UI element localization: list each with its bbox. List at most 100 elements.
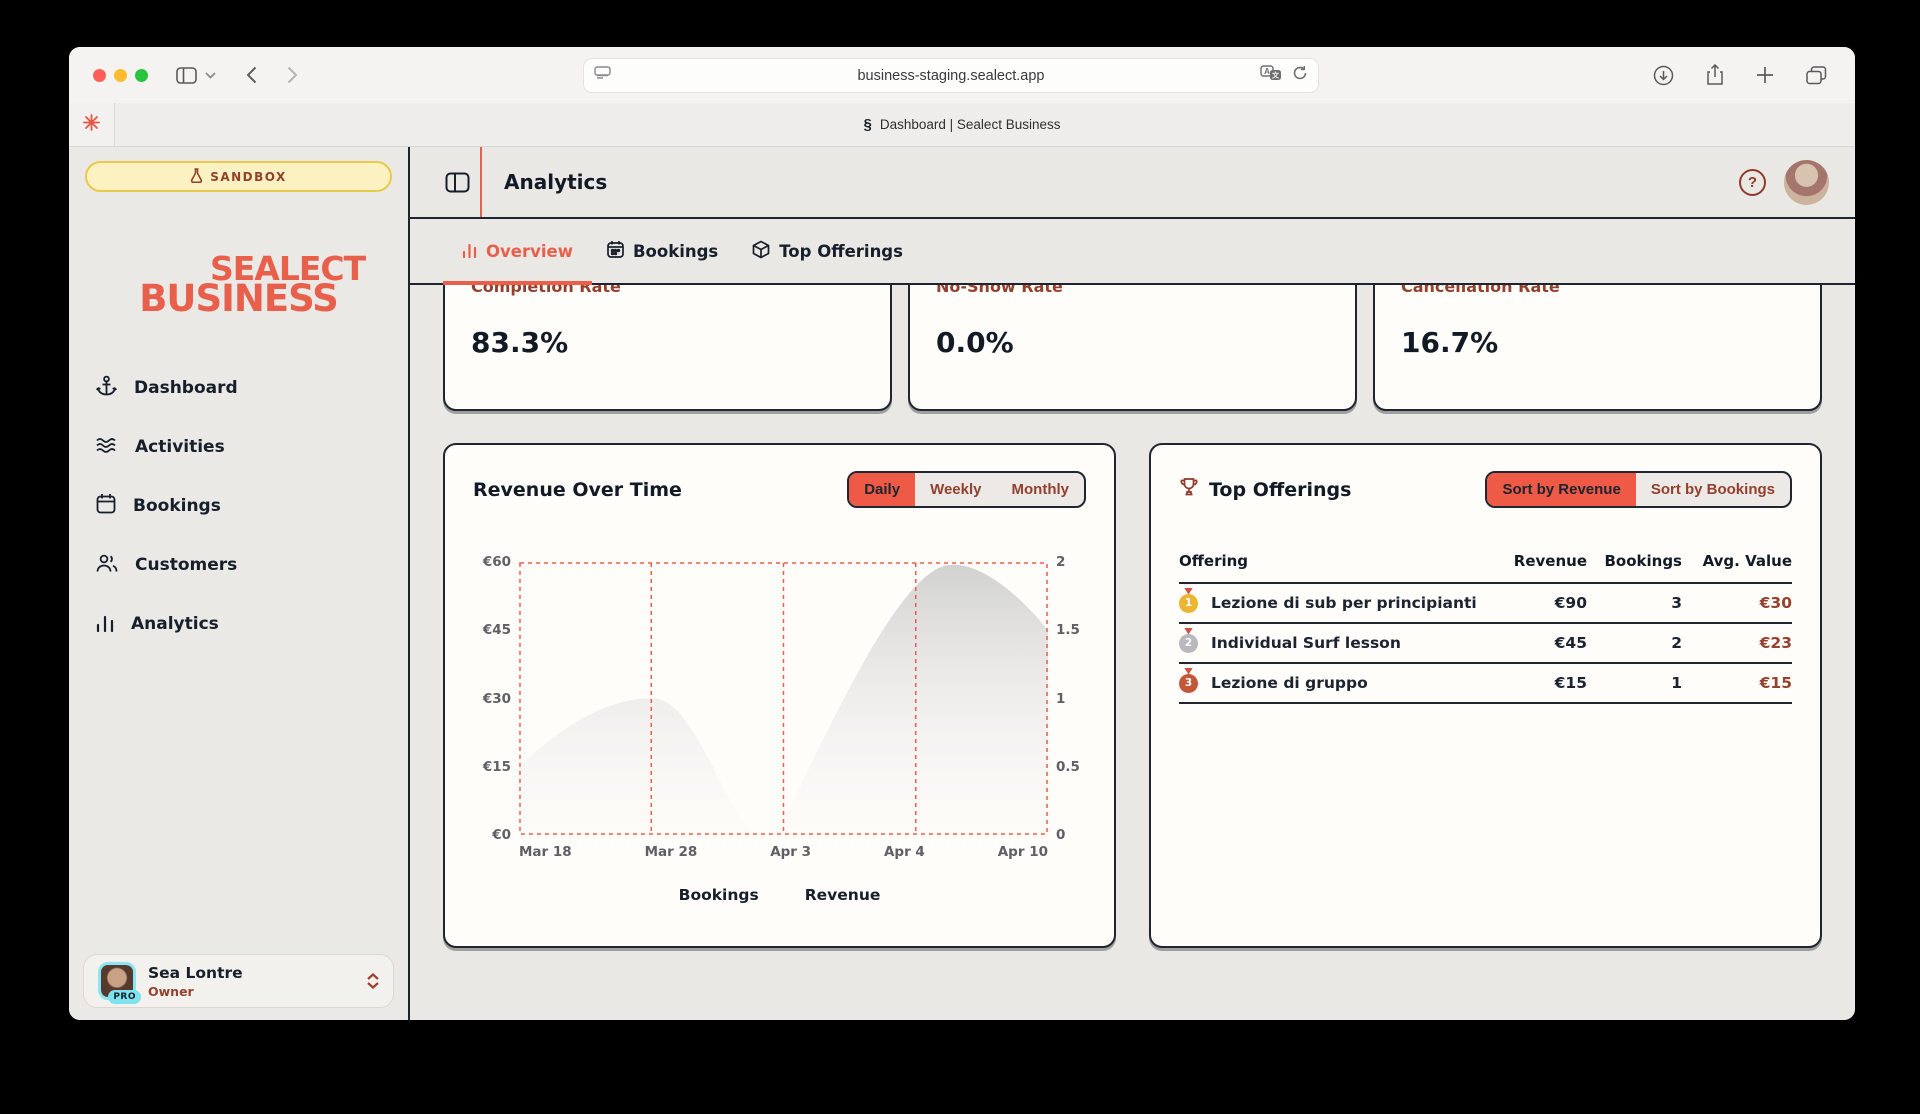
- offerings-table: Offering Revenue Bookings Avg. Value 1 L…: [1179, 552, 1792, 704]
- table-row[interactable]: 1 Lezione di sub per principianti €90 3 …: [1179, 584, 1792, 624]
- offering-revenue: €15: [1495, 674, 1587, 692]
- col-offering: Offering: [1179, 552, 1495, 570]
- offering-name: Lezione di sub per principianti: [1211, 594, 1477, 612]
- sidebar-item-bookings[interactable]: Bookings: [69, 476, 408, 536]
- page-header: Analytics ?: [410, 147, 1855, 219]
- user-menu[interactable]: PRO Sea Lontre Owner: [83, 954, 394, 1008]
- col-bookings: Bookings: [1587, 552, 1682, 570]
- svg-text:A: A: [1264, 67, 1270, 76]
- sidebar-item-label: Activities: [135, 437, 225, 457]
- sidebar-item-dashboard[interactable]: Dashboard: [69, 358, 408, 419]
- sidebar-item-label: Analytics: [131, 614, 219, 634]
- sidebar-toggle-icon[interactable]: [172, 63, 201, 88]
- sidebar-nav: Dashboard Activities Bookings: [69, 358, 408, 654]
- traffic-lights: [93, 69, 148, 82]
- y-tick: 0.5: [1056, 759, 1080, 775]
- active-browser-tab[interactable]: § Dashboard | Sealect Business: [69, 103, 1855, 146]
- reload-icon[interactable]: [1292, 65, 1308, 86]
- sidebar-item-label: Customers: [135, 555, 237, 575]
- zoom-window-button[interactable]: [135, 69, 148, 82]
- offering-avg-value: €30: [1682, 594, 1792, 612]
- offering-revenue: €45: [1495, 634, 1587, 652]
- table-row[interactable]: 3 Lezione di gruppo €15 1 €15: [1179, 664, 1792, 704]
- x-axis: Mar 18 Mar 28 Apr 3 Apr 4 Apr 10: [473, 844, 1086, 860]
- back-button[interactable]: [242, 62, 261, 88]
- stat-value: 16.7%: [1401, 326, 1794, 359]
- tab-top-offerings[interactable]: Top Offerings: [750, 219, 905, 283]
- toggle-monthly[interactable]: Monthly: [997, 473, 1085, 506]
- tab-overview[interactable]: Overview: [460, 219, 575, 283]
- table-row[interactable]: 2 Individual Surf lesson €45 2 €23: [1179, 624, 1792, 664]
- scroll-content[interactable]: Completion Rate 83.3% No-Show Rate 0.0% …: [410, 285, 1855, 1020]
- stat-label: Cancellation Rate: [1401, 285, 1794, 296]
- revenue-over-time-card: Revenue Over Time Daily Weekly Monthly €…: [443, 443, 1116, 948]
- toggle-daily[interactable]: Daily: [849, 473, 915, 506]
- chevron-up-down-icon: [367, 973, 379, 989]
- url-text[interactable]: business-staging.sealect.app: [584, 68, 1318, 84]
- forward-button[interactable]: [283, 62, 302, 88]
- user-avatar: PRO: [98, 962, 136, 1000]
- flask-icon: [190, 168, 203, 186]
- collapse-sidebar-icon[interactable]: [434, 172, 480, 193]
- sandbox-label: SANDBOX: [210, 170, 287, 184]
- chevron-down-icon[interactable]: [201, 68, 220, 83]
- sidebar-item-label: Bookings: [133, 496, 221, 516]
- stats-row: Completion Rate 83.3% No-Show Rate 0.0% …: [443, 285, 1822, 411]
- silver-medal-icon: 2: [1179, 634, 1198, 653]
- stat-card-completion-rate: Completion Rate 83.3%: [443, 285, 892, 411]
- stat-card-cancellation-rate: Cancellation Rate 16.7%: [1373, 285, 1822, 411]
- sort-by-revenue-button[interactable]: Sort by Revenue: [1487, 473, 1635, 506]
- browser-tab-title: Dashboard | Sealect Business: [880, 117, 1061, 132]
- waves-icon: [96, 436, 118, 459]
- sort-by-bookings-button[interactable]: Sort by Bookings: [1636, 473, 1790, 506]
- col-revenue: Revenue: [1495, 552, 1587, 570]
- sidebar-item-customers[interactable]: Customers: [69, 536, 408, 595]
- sidebar-item-analytics[interactable]: Analytics: [69, 595, 408, 654]
- legend-bookings: Bookings: [679, 886, 759, 904]
- offering-name: Individual Surf lesson: [1211, 634, 1401, 652]
- gold-medal-icon: 1: [1179, 594, 1198, 613]
- tab-label: Overview: [486, 242, 573, 261]
- close-window-button[interactable]: [93, 69, 106, 82]
- calendar-icon: [607, 240, 624, 262]
- offering-avg-value: €23: [1682, 634, 1792, 652]
- x-tick: Apr 3: [770, 844, 811, 860]
- top-offerings-card: Top Offerings Sort by Revenue Sort by Bo…: [1149, 443, 1822, 948]
- new-tab-icon[interactable]: [1752, 62, 1778, 88]
- col-avg-value: Avg. Value: [1682, 552, 1792, 570]
- svg-text:文: 文: [1272, 71, 1280, 80]
- translate-icon[interactable]: A文: [1260, 65, 1282, 86]
- stat-card-no-show-rate: No-Show Rate 0.0%: [908, 285, 1357, 411]
- x-tick: Apr 10: [998, 844, 1048, 860]
- y-tick: 2: [1056, 554, 1065, 570]
- stat-value: 83.3%: [471, 326, 864, 359]
- y-axis-right: 2 1.5 1 0.5 0: [1048, 562, 1086, 835]
- y-tick: 1.5: [1056, 622, 1080, 638]
- sort-toggle: Sort by Revenue Sort by Bookings: [1485, 471, 1792, 508]
- share-icon[interactable]: [1702, 60, 1728, 90]
- tab-label: Bookings: [633, 242, 718, 261]
- plot-area: [519, 562, 1048, 835]
- analytics-tabbar: Overview Bookings Top Offerings: [410, 219, 1855, 285]
- page-title: Analytics: [504, 170, 607, 194]
- box-icon: [752, 240, 770, 263]
- toggle-weekly[interactable]: Weekly: [915, 473, 996, 506]
- tab-bookings[interactable]: Bookings: [605, 219, 720, 283]
- x-tick: Mar 18: [519, 844, 572, 860]
- period-toggle: Daily Weekly Monthly: [847, 471, 1086, 508]
- sidebar-item-activities[interactable]: Activities: [69, 419, 408, 476]
- site-favicon: §: [864, 116, 872, 133]
- help-icon[interactable]: ?: [1739, 169, 1766, 196]
- offering-bookings: 1: [1587, 674, 1682, 692]
- tab-overview-icon[interactable]: [1802, 62, 1831, 89]
- user-role: Owner: [148, 984, 243, 999]
- y-tick: €0: [492, 827, 511, 843]
- user-name: Sea Lontre: [148, 964, 243, 982]
- account-avatar[interactable]: [1784, 160, 1829, 205]
- minimize-window-button[interactable]: [114, 69, 127, 82]
- offering-revenue: €90: [1495, 594, 1587, 612]
- downloads-icon[interactable]: [1649, 61, 1678, 90]
- offering-avg-value: €15: [1682, 674, 1792, 692]
- tab-strip: § Dashboard | Sealect Business: [69, 103, 1855, 147]
- address-bar[interactable]: business-staging.sealect.app A文: [583, 58, 1319, 93]
